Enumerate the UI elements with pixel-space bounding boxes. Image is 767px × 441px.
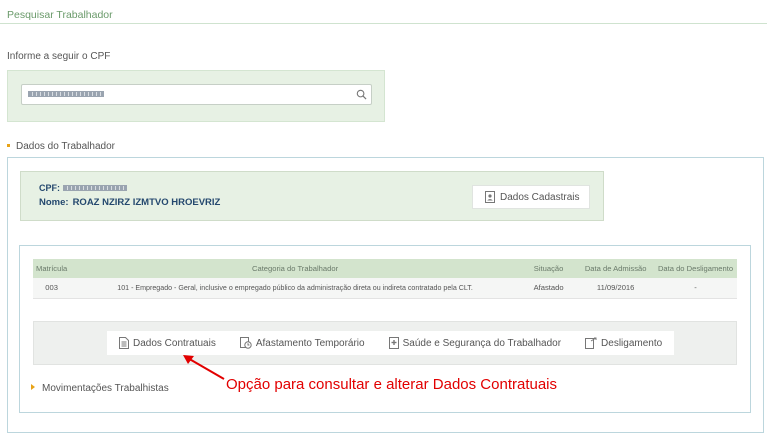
- section-title-text: Dados do Trabalhador: [16, 141, 115, 152]
- medical-document-icon: [388, 337, 399, 349]
- cpf-label: CPF:: [39, 183, 60, 193]
- search-panel: [7, 70, 385, 122]
- page-header: Pesquisar Trabalhador: [0, 0, 767, 24]
- bullet-icon: [7, 143, 10, 147]
- dados-cadastrais-button[interactable]: Dados Cadastrais: [472, 185, 590, 209]
- cell-desligamento: -: [654, 278, 737, 299]
- name-label: Nome:: [39, 197, 69, 208]
- actions-bar: Dados Contratuais Afastamento Temporário…: [33, 321, 737, 365]
- col-categoria: Categoria do Trabalhador: [70, 259, 520, 278]
- dados-cadastrais-label: Dados Cadastrais: [500, 191, 580, 203]
- annotation-arrow-icon: [183, 355, 225, 380]
- cpf-search-box[interactable]: [21, 84, 372, 105]
- document-exit-icon: [585, 337, 597, 349]
- name-value: ROAZ NZIRZ IZMTVO HROEVRIZ: [72, 197, 221, 208]
- masked-cpf: [63, 184, 127, 191]
- document-person-icon: [485, 191, 495, 203]
- document-clock-icon: [239, 337, 252, 349]
- page-title: Pesquisar Trabalhador: [7, 9, 113, 21]
- cpf-search-input[interactable]: [25, 87, 345, 102]
- col-desligamento: Data do Desligamento: [654, 259, 737, 278]
- dados-contratuais-button[interactable]: Dados Contratuais: [107, 337, 228, 349]
- cell-admissao: 11/09/2016: [577, 278, 655, 299]
- dados-contratuais-label: Dados Contratuais: [133, 337, 216, 349]
- cell-matricula: 003: [33, 278, 71, 299]
- desligamento-label: Desligamento: [601, 337, 663, 349]
- cell-categoria: 101 - Empregado - Geral, inclusive o emp…: [70, 278, 520, 299]
- table-row[interactable]: 003 101 - Empregado - Geral, inclusive o…: [33, 278, 737, 299]
- table-header-row: Matrícula Categoria do Trabalhador Situa…: [33, 259, 737, 278]
- afastamento-temporario-button[interactable]: Afastamento Temporário: [228, 337, 377, 349]
- document-icon: [119, 337, 129, 349]
- worker-card: CPF: Nome: ROAZ NZIRZ IZMTVO HROEVRIZ Dad…: [20, 171, 604, 221]
- col-situacao: Situação: [519, 259, 578, 278]
- movimentacoes-label: Movimentações Trabalhistas: [42, 383, 169, 394]
- expand-arrow-icon: [31, 384, 35, 391]
- cpf-instruction-label: Informe a seguir o CPF: [7, 51, 111, 62]
- annotation-text: Opção para consultar e alterar Dados Con…: [226, 376, 558, 393]
- search-icon[interactable]: [356, 89, 367, 100]
- col-matricula: Matrícula: [33, 259, 71, 278]
- saude-seguranca-button[interactable]: Saúde e Segurança do Trabalhador: [377, 337, 573, 349]
- worker-name: Nome: ROAZ NZIRZ IZMTVO HROEVRIZ: [39, 197, 220, 208]
- contracts-table: Matrícula Categoria do Trabalhador Situa…: [33, 259, 737, 299]
- afastamento-temporario-label: Afastamento Temporário: [255, 337, 365, 349]
- col-admissao: Data de Admissão: [577, 259, 655, 278]
- desligamento-button[interactable]: Desligamento: [573, 337, 674, 349]
- worker-cpf: CPF:: [39, 183, 127, 193]
- saude-seguranca-label: Saúde e Segurança do Trabalhador: [402, 337, 562, 349]
- section-title: Dados do Trabalhador: [7, 141, 115, 152]
- movimentacoes-trabalhistas-toggle[interactable]: Movimentações Trabalhistas: [31, 383, 169, 394]
- cell-situacao: Afastado: [519, 278, 578, 299]
